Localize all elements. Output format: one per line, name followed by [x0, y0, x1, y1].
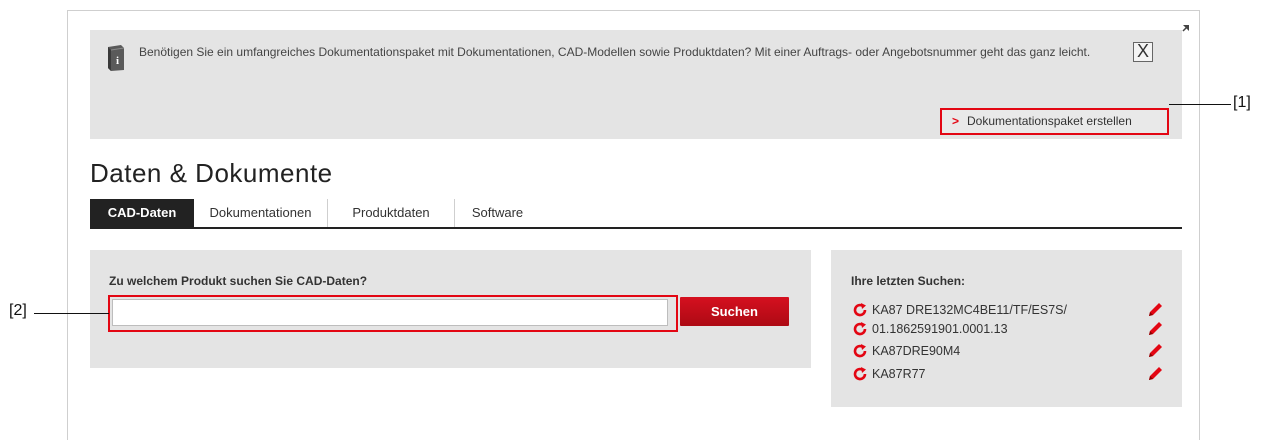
search-button[interactable]: Suchen: [680, 297, 789, 326]
recent-search-item[interactable]: 01.1862591901.0001.13: [852, 320, 1172, 338]
tab-bar: CAD-Daten Dokumentationen Produktdaten S…: [90, 199, 1182, 229]
pencil-icon[interactable]: [1146, 365, 1164, 383]
tab-dokumentationen[interactable]: Dokumentationen: [194, 199, 328, 227]
page-title: Daten & Dokumente: [90, 158, 333, 188]
search-input[interactable]: [112, 299, 668, 326]
info-book-icon: i: [108, 45, 125, 71]
reload-icon[interactable]: [852, 321, 868, 337]
close-button[interactable]: X: [1133, 42, 1153, 62]
search-question: Zu welchem Produkt suchen Sie CAD-Daten?: [109, 274, 368, 288]
documentation-package-link[interactable]: > Dokumentationspaket erstellen: [940, 108, 1169, 135]
recent-search-label: KA87 DRE132MC4BE11/TF/ES7S/: [872, 303, 1067, 317]
recent-search-label: 01.1862591901.0001.13: [872, 322, 1008, 336]
pencil-icon[interactable]: [1146, 320, 1164, 338]
recent-search-label: KA87DRE90M4: [872, 344, 961, 358]
tab-cad-daten[interactable]: CAD-Daten: [90, 199, 194, 227]
reload-icon[interactable]: [852, 366, 868, 382]
pencil-icon[interactable]: [1146, 342, 1164, 360]
close-icon: X: [1136, 41, 1149, 61]
search-panel: Zu welchem Produkt suchen Sie CAD-Daten?…: [90, 250, 811, 368]
recent-search-item[interactable]: KA87R77: [852, 365, 1172, 383]
documentation-package-label: Dokumentationspaket erstellen: [967, 114, 1132, 128]
info-banner: i Benötigen Sie ein umfangreiches Dokume…: [90, 30, 1182, 139]
reload-icon[interactable]: [852, 302, 868, 318]
callout-label-2: [2]: [9, 302, 27, 319]
svg-text:i: i: [116, 55, 119, 67]
callout-line-1: [1169, 104, 1231, 105]
info-text: Benötigen Sie ein umfangreiches Dokument…: [139, 45, 1091, 59]
pencil-icon[interactable]: [1146, 301, 1164, 319]
recent-search-item[interactable]: KA87 DRE132MC4BE11/TF/ES7S/: [852, 301, 1172, 319]
recent-searches-panel: Ihre letzten Suchen: KA87 DRE132MC4BE11/…: [831, 250, 1182, 407]
recent-search-label: KA87R77: [872, 367, 926, 381]
callout-line-2: [34, 313, 109, 314]
chevron-right-icon: >: [952, 114, 960, 128]
reload-icon[interactable]: [852, 343, 868, 359]
tab-produktdaten[interactable]: Produktdaten: [328, 199, 455, 227]
callout-label-1: [1]: [1233, 94, 1251, 111]
recent-search-item[interactable]: KA87DRE90M4: [852, 342, 1172, 360]
recent-searches-title: Ihre letzten Suchen:: [851, 274, 966, 288]
tab-software[interactable]: Software: [455, 199, 540, 227]
